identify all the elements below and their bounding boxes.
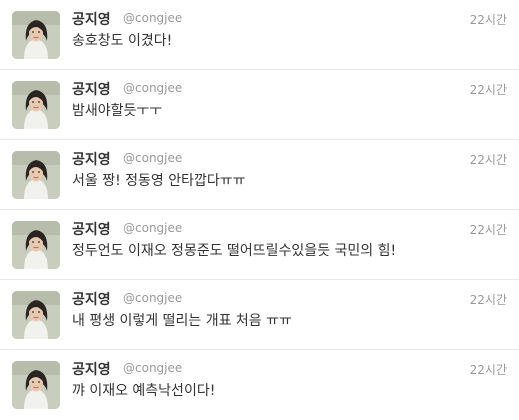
- avatar[interactable]: [12, 361, 60, 409]
- avatar[interactable]: [12, 221, 60, 269]
- display-name[interactable]: 공지영: [72, 359, 111, 379]
- username-handle[interactable]: @congjee: [123, 11, 182, 25]
- avatar[interactable]: [12, 151, 60, 199]
- avatar[interactable]: [12, 291, 60, 339]
- timestamp-link[interactable]: 22시간: [470, 221, 507, 238]
- tweet-text: 밤새야할듯ㅜㅜ: [72, 103, 163, 119]
- display-name[interactable]: 공지영: [72, 289, 111, 309]
- profile-photo-icon: [12, 291, 60, 339]
- tweet-item[interactable]: 공지영 @congjee 22시간 송호창도 이겼다!: [0, 0, 519, 70]
- timestamp-link[interactable]: 22시간: [470, 11, 507, 28]
- tweet-item[interactable]: 공지영 @congjee 22시간 서울 짱! 정동영 안타깝다ㅠㅠ: [0, 140, 519, 210]
- tweet-text: 송호창도 이겼다!: [72, 33, 173, 49]
- avatar[interactable]: [12, 81, 60, 129]
- avatar[interactable]: [12, 11, 60, 59]
- tweet-text: 정두언도 이재오 정몽준도 떨어뜨릴수있을듯 국민의 힘!: [72, 243, 397, 259]
- tweet-item[interactable]: 공지영 @congjee 22시간 정두언도 이재오 정몽준도 떨어뜨릴수있을듯…: [0, 210, 519, 280]
- tweet-text: 꺄 이재오 예측낙선이다!: [72, 383, 216, 399]
- profile-photo-icon: [12, 151, 60, 199]
- timestamp-link[interactable]: 22시간: [470, 291, 507, 308]
- tweet-item[interactable]: 공지영 @congjee 22시간 내 평생 이렇게 떨리는 개표 처음 ㅠㅠ: [0, 280, 519, 350]
- display-name[interactable]: 공지영: [72, 9, 111, 29]
- display-name[interactable]: 공지영: [72, 149, 111, 169]
- timestamp-link[interactable]: 22시간: [470, 361, 507, 378]
- username-handle[interactable]: @congjee: [123, 81, 182, 95]
- tweet-timeline: 공지영 @congjee 22시간 송호창도 이겼다! 공지영 @congjee…: [0, 0, 519, 419]
- tweet-item[interactable]: 공지영 @congjee 22시간 꺄 이재오 예측낙선이다!: [0, 350, 519, 420]
- profile-photo-icon: [12, 81, 60, 129]
- display-name[interactable]: 공지영: [72, 219, 111, 239]
- username-handle[interactable]: @congjee: [123, 361, 182, 375]
- timestamp-link[interactable]: 22시간: [470, 151, 507, 168]
- display-name[interactable]: 공지영: [72, 79, 111, 99]
- timestamp-link[interactable]: 22시간: [470, 81, 507, 98]
- tweet-item[interactable]: 공지영 @congjee 22시간 밤새야할듯ㅜㅜ: [0, 70, 519, 140]
- username-handle[interactable]: @congjee: [123, 221, 182, 235]
- profile-photo-icon: [12, 361, 60, 409]
- tweet-text: 서울 짱! 정동영 안타깝다ㅠㅠ: [72, 173, 246, 189]
- tweet-text: 내 평생 이렇게 떨리는 개표 처음 ㅠㅠ: [72, 313, 292, 329]
- username-handle[interactable]: @congjee: [123, 291, 182, 305]
- profile-photo-icon: [12, 221, 60, 269]
- username-handle[interactable]: @congjee: [123, 151, 182, 165]
- profile-photo-icon: [12, 11, 60, 59]
